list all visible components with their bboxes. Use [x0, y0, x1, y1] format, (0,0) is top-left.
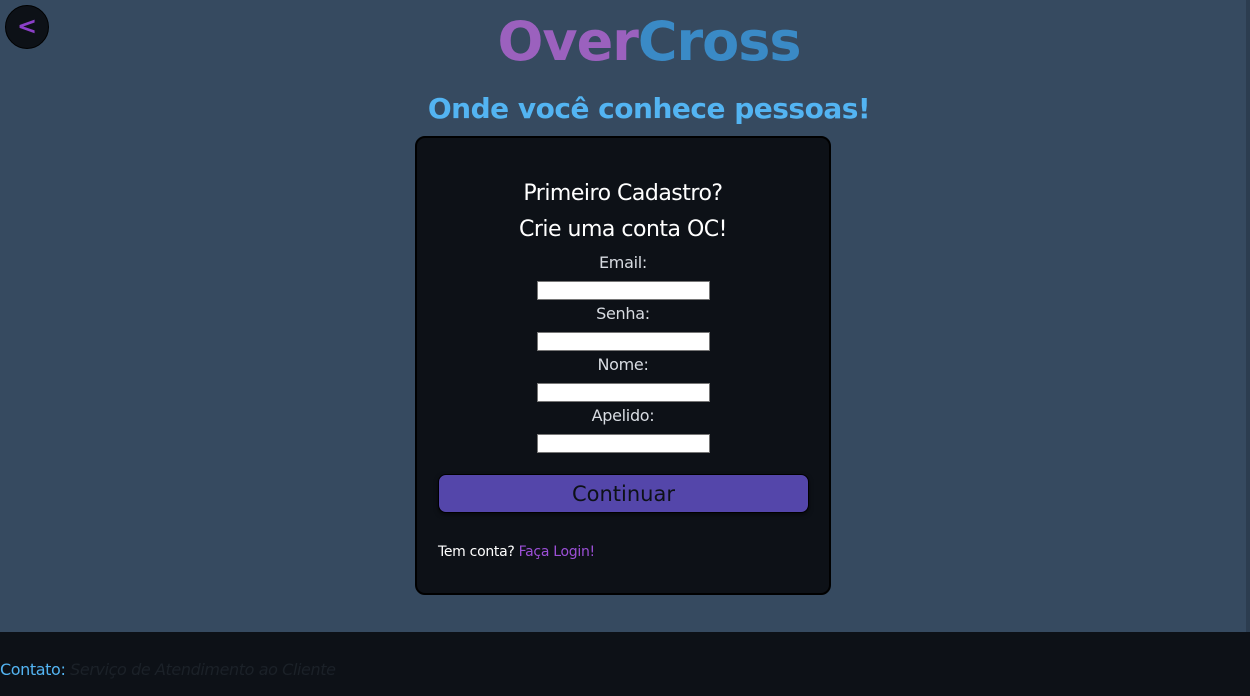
password-label: Senha:	[596, 304, 650, 323]
continue-button[interactable]: Continuar	[438, 474, 809, 513]
continue-button-label: Continuar	[571, 481, 675, 506]
tagline: Onde você conhece pessoas!	[427, 92, 871, 125]
email-label: Email:	[599, 253, 647, 272]
login-prompt-line: Tem conta? Faça Login!	[438, 544, 595, 560]
name-field[interactable]	[537, 383, 710, 402]
signup-card: Primeiro Cadastro? Crie uma conta OC! Em…	[415, 136, 831, 595]
name-label: Nome:	[597, 355, 649, 374]
signup-heading-line2: Crie uma conta OC!	[519, 217, 728, 242]
logo: OverCross	[0, 4, 1250, 80]
signup-heading-line1: Primeiro Cadastro?	[523, 181, 723, 206]
password-field[interactable]	[537, 332, 710, 351]
logo-part-over: Over	[497, 10, 638, 73]
footer: Contato: Serviço de Atendimento ao Clien…	[0, 632, 1250, 696]
footer-contact: Contato: Serviço de Atendimento ao Clien…	[0, 660, 336, 679]
logo-part-cross: Cross	[637, 10, 802, 73]
login-link[interactable]: Faça Login!	[519, 544, 595, 560]
nickname-label: Apelido:	[591, 406, 655, 425]
contact-label: Contato:	[0, 660, 66, 679]
nickname-field[interactable]	[537, 434, 710, 453]
contact-value: Serviço de Atendimento ao Cliente	[70, 660, 336, 679]
page: < OverCross Onde você conhece pessoas! P…	[0, 0, 1250, 696]
login-prompt: Tem conta?	[438, 544, 515, 560]
email-field[interactable]	[537, 281, 710, 300]
